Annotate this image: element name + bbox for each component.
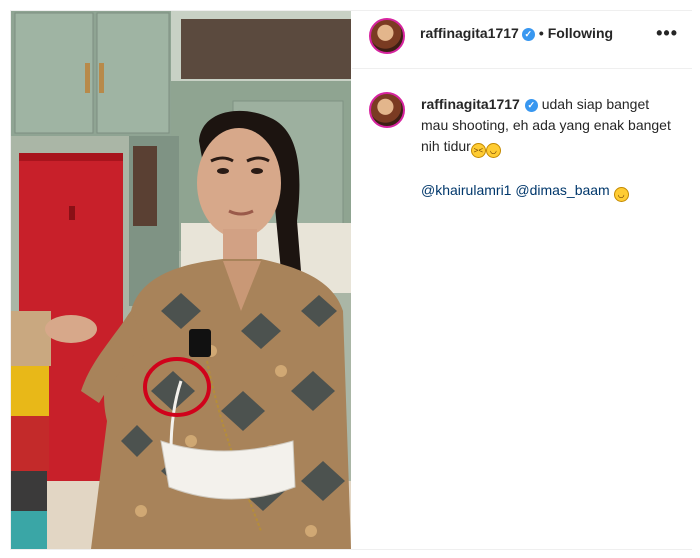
mention-link[interactable]: @khairulamri1 [421,182,511,198]
separator-dot: • [538,25,544,41]
caption-username[interactable]: raffinagita1717 [421,96,520,112]
mention-link[interactable]: @dimas_baam [515,182,609,198]
more-options-icon[interactable]: ••• [656,23,678,44]
post-photo-image [11,11,351,549]
grinning-emoji-icon: ◡ [485,143,501,158]
post-photo[interactable] [11,11,351,549]
caption: raffinagita1717 ✓ udah siap banget mau sh… [421,94,671,158]
verified-badge-icon: ✓ [521,27,535,41]
instagram-post: raffinagita1717 ✓ • Following ••• raffinagi… [10,10,692,550]
grinning-squint-emoji-icon: >< [470,143,486,158]
header-username[interactable]: raffinagita1717 [420,25,519,41]
verified-badge-icon: ✓ [524,98,538,112]
header-username-row: raffinagita1717 ✓ • Following [420,25,613,41]
avatar[interactable] [369,92,405,128]
mentions-row: @khairulamri1 @dimas_baam ◡ [421,182,629,202]
post-header: raffinagita1717 ✓ • Following ••• [352,11,692,69]
following-button[interactable]: Following [548,25,613,41]
post-side-panel: raffinagita1717 ✓ • Following ••• raffinagi… [352,11,692,549]
avatar[interactable] [369,18,405,54]
rolling-laughing-emoji-icon: ◡ [613,187,629,202]
